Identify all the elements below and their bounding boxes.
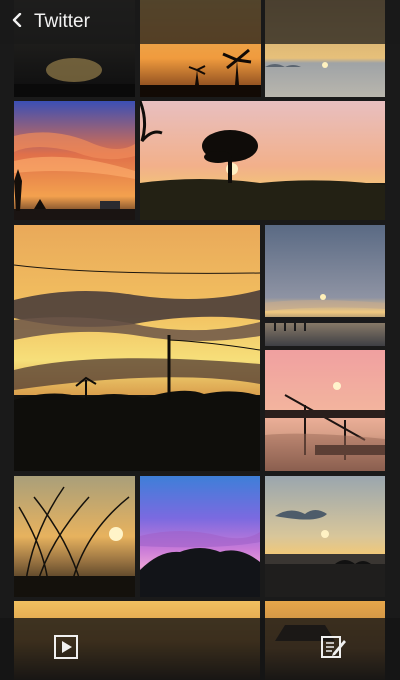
photo-thumbnail[interactable] xyxy=(140,101,385,220)
photo-thumbnail[interactable] xyxy=(265,350,385,471)
edit-button[interactable] xyxy=(315,631,351,667)
slideshow-button[interactable] xyxy=(48,631,84,667)
bottom-toolbar xyxy=(0,618,400,680)
photo-thumbnail[interactable] xyxy=(14,225,260,471)
slideshow-play-icon xyxy=(53,634,79,665)
chevron-left-icon xyxy=(11,12,23,32)
photo-thumbnail[interactable] xyxy=(14,476,135,597)
top-bar: Twitter xyxy=(0,0,400,44)
edit-compose-icon xyxy=(319,633,347,666)
photo-thumbnail[interactable] xyxy=(14,101,135,220)
photo-thumbnail[interactable] xyxy=(265,225,385,346)
photo-thumbnail[interactable] xyxy=(140,476,260,597)
photo-thumbnail[interactable] xyxy=(265,476,385,597)
back-button[interactable] xyxy=(0,0,34,44)
photo-grid xyxy=(0,0,400,680)
page-title: Twitter xyxy=(34,11,90,32)
